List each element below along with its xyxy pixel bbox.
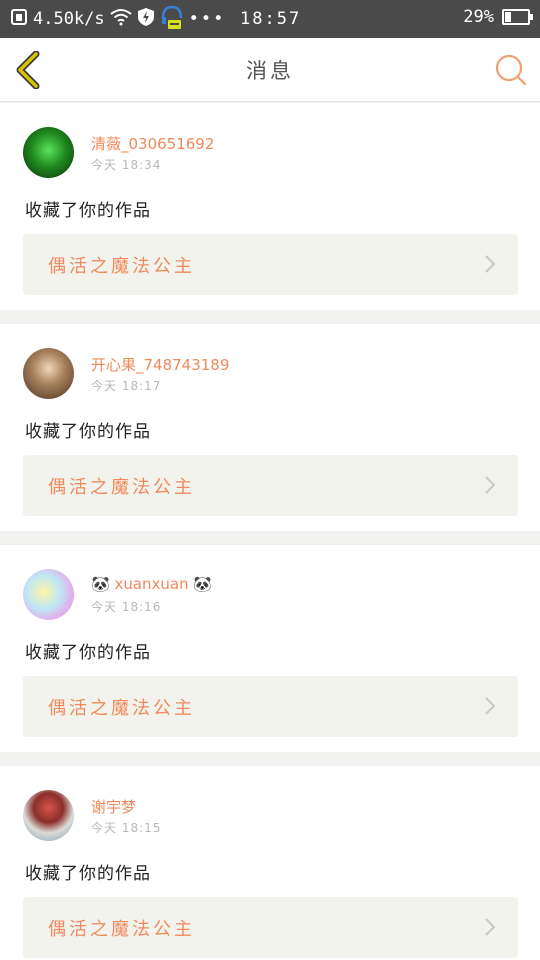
- wifi-icon: [110, 8, 132, 31]
- shield-icon: [137, 7, 155, 32]
- work-title: 偶活之魔法公主: [48, 255, 195, 277]
- action-text: 收藏了你的作品: [25, 422, 151, 442]
- action-text: 收藏了你的作品: [25, 864, 151, 884]
- avatar[interactable]: [23, 569, 74, 620]
- panda-emoji-icon: 🐼: [91, 575, 110, 593]
- status-right: 29%: [463, 7, 533, 27]
- chevron-right-icon: [485, 918, 496, 936]
- avatar[interactable]: [23, 348, 74, 399]
- timestamp: 今天 18:16: [91, 600, 162, 614]
- battery-icon: [502, 9, 533, 25]
- page-title: 消息: [246, 58, 294, 83]
- username[interactable]: 清薇_030651692: [91, 133, 214, 154]
- timestamp: 今天 18:17: [91, 379, 162, 393]
- battery-percent: 29%: [463, 7, 494, 27]
- work-link[interactable]: 偶活之魔法公主: [23, 676, 518, 737]
- status-left: 4.50k/s •••: [10, 4, 225, 35]
- chevron-right-icon: [485, 255, 496, 273]
- status-bar: 4.50k/s ••• 18:57 29%: [0, 0, 540, 38]
- chevron-right-icon: [485, 476, 496, 494]
- work-link[interactable]: 偶活之魔法公主: [23, 234, 518, 295]
- avatar[interactable]: [23, 790, 74, 841]
- back-button[interactable]: [12, 50, 46, 90]
- message-card: 开心果_748743189 今天 18:17 收藏了你的作品 偶活之魔法公主: [0, 324, 540, 531]
- timestamp: 今天 18:15: [91, 821, 162, 835]
- message-card: 清薇_030651692 今天 18:34 收藏了你的作品 偶活之魔法公主: [0, 103, 540, 310]
- more-dots-icon: •••: [188, 9, 226, 29]
- nav-header: 消息: [0, 38, 540, 102]
- username[interactable]: 谢宇梦: [91, 796, 136, 817]
- work-title: 偶活之魔法公主: [48, 697, 195, 719]
- work-link[interactable]: 偶活之魔法公主: [23, 455, 518, 516]
- search-icon: [495, 54, 527, 86]
- status-time: 18:57: [240, 9, 302, 29]
- username-text: xuanxuan: [114, 575, 189, 593]
- username[interactable]: 开心果_748743189: [91, 354, 229, 375]
- action-text: 收藏了你的作品: [25, 201, 151, 221]
- battery-fill: [505, 12, 511, 22]
- search-button[interactable]: [494, 53, 528, 87]
- notification-icon: [10, 8, 28, 31]
- message-list: 清薇_030651692 今天 18:34 收藏了你的作品 偶活之魔法公主 开心…: [0, 103, 540, 960]
- work-title: 偶活之魔法公主: [48, 918, 195, 940]
- username[interactable]: 🐼 xuanxuan 🐼: [91, 575, 212, 593]
- work-link[interactable]: 偶活之魔法公主: [23, 897, 518, 958]
- panda-emoji-icon: 🐼: [193, 575, 213, 593]
- chevron-right-icon: [485, 697, 496, 715]
- avatar[interactable]: [23, 127, 74, 178]
- work-title: 偶活之魔法公主: [48, 476, 195, 498]
- action-text: 收藏了你的作品: [25, 643, 151, 663]
- headset-icon: [160, 4, 184, 35]
- message-card: 谢宇梦 今天 18:15 收藏了你的作品 偶活之魔法公主: [0, 766, 540, 960]
- message-card: 🐼 xuanxuan 🐼 今天 18:16 收藏了你的作品 偶活之魔法公主: [0, 545, 540, 752]
- chevron-left-icon: [16, 50, 40, 90]
- network-speed: 4.50k/s: [33, 9, 105, 29]
- timestamp: 今天 18:34: [91, 158, 162, 172]
